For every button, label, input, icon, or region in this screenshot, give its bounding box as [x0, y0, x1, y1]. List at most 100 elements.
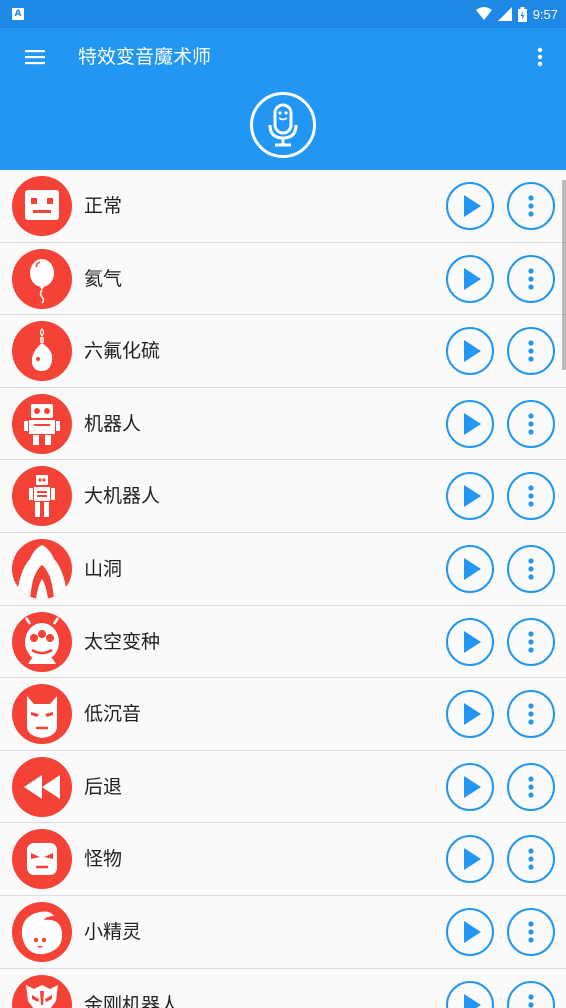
effect-label: 山洞: [84, 557, 123, 580]
app-title: 特效变音魔术师: [78, 46, 212, 68]
play-button[interactable]: [446, 762, 494, 811]
play-icon: [464, 993, 481, 1008]
status-time: 9:57: [532, 6, 558, 22]
effect-label: 大机器人: [84, 485, 161, 508]
alien-icon: [24, 616, 60, 664]
signal-icon: [497, 7, 512, 21]
more-vertical-icon: [528, 340, 534, 362]
effect-label: 氦气: [84, 267, 123, 290]
list-item[interactable]: 小精灵: [0, 895, 566, 969]
hamburger-menu-icon: [25, 50, 45, 65]
transformer-icon: [26, 984, 58, 1008]
more-vertical-icon: [528, 848, 534, 870]
more-options-button[interactable]: [530, 42, 550, 72]
play-icon: [464, 775, 481, 798]
list-item[interactable]: 低沉音: [0, 678, 566, 751]
play-button[interactable]: [446, 182, 494, 230]
play-button[interactable]: [446, 327, 494, 376]
monster-icon: [27, 843, 57, 876]
list-item[interactable]: 后退: [0, 750, 566, 824]
effect-label: 正常: [84, 195, 123, 217]
options-button[interactable]: [507, 690, 555, 739]
more-vertical-icon: [537, 47, 543, 67]
effect-label: 低沉音: [84, 703, 142, 726]
scrollbar[interactable]: [562, 180, 566, 370]
play-icon: [464, 557, 481, 580]
list-item[interactable]: 大机器人: [0, 460, 566, 533]
big-robot-icon: [29, 475, 55, 518]
options-button[interactable]: [507, 980, 555, 1008]
list-item[interactable]: 山洞: [0, 532, 566, 606]
status-icons: 9:57: [475, 6, 558, 22]
list-item[interactable]: 正常: [0, 170, 566, 243]
more-vertical-icon: [528, 993, 534, 1008]
avatar: [12, 176, 72, 236]
more-vertical-icon: [528, 485, 534, 507]
options-button[interactable]: [507, 617, 555, 666]
rewind-icon: [24, 774, 60, 799]
app-bar: 特效变音魔术师: [0, 28, 566, 170]
microphone-icon: [250, 92, 316, 158]
play-button[interactable]: [446, 399, 494, 448]
play-button[interactable]: [446, 907, 494, 956]
wifi-icon: [475, 7, 492, 20]
play-icon: [464, 485, 481, 508]
list-item[interactable]: 金刚机器人: [0, 968, 566, 1008]
options-button[interactable]: [507, 762, 555, 811]
effects-list[interactable]: 正常 氦气 六氟化硫 机器人 大机器人 山洞 太空变种 低沉音 后退 怪物 小精…: [0, 170, 566, 1008]
effect-label: 六氟化硫: [84, 340, 161, 363]
battery-icon: [517, 6, 527, 22]
options-button[interactable]: [507, 544, 555, 593]
play-button[interactable]: [446, 544, 494, 593]
play-button[interactable]: [446, 690, 494, 739]
avatar: [12, 538, 72, 599]
robot-icon: [24, 403, 60, 445]
play-icon: [464, 195, 481, 217]
play-icon: [464, 920, 481, 943]
play-button[interactable]: [446, 617, 494, 666]
options-button[interactable]: [507, 399, 555, 448]
list-item[interactable]: 机器人: [0, 387, 566, 461]
list-item[interactable]: 怪物: [0, 823, 566, 896]
effect-label: 怪物: [84, 848, 123, 871]
balloon-icon: [30, 258, 54, 304]
play-button[interactable]: [446, 980, 494, 1008]
bat-mask-icon: [27, 696, 57, 739]
more-vertical-icon: [528, 630, 534, 653]
play-button[interactable]: [446, 472, 494, 521]
options-button[interactable]: [507, 327, 555, 376]
more-vertical-icon: [528, 776, 534, 798]
list-item[interactable]: 六氟化硫: [0, 315, 566, 388]
options-button[interactable]: [507, 254, 555, 303]
effect-label: 后退: [84, 775, 123, 798]
elf-icon: [21, 911, 63, 955]
avatar: [12, 901, 72, 962]
play-button[interactable]: [446, 254, 494, 303]
avatar: [12, 321, 72, 382]
list-item[interactable]: 太空变种: [0, 605, 566, 679]
play-icon: [464, 267, 481, 290]
list-item[interactable]: 氦气: [0, 242, 566, 316]
robot-face-icon: [25, 190, 59, 220]
avatar: [12, 466, 72, 527]
options-button[interactable]: [507, 907, 555, 956]
avatar: [12, 974, 72, 1008]
avatar: [12, 611, 72, 672]
options-button[interactable]: [507, 835, 555, 884]
menu-button[interactable]: [20, 42, 50, 72]
avatar: [12, 756, 72, 817]
play-button[interactable]: [446, 835, 494, 884]
more-vertical-icon: [528, 195, 534, 217]
more-vertical-icon: [528, 413, 534, 435]
status-bar: A 9:57: [0, 0, 566, 28]
effect-label: 太空变种: [84, 630, 161, 653]
play-icon: [464, 848, 481, 871]
more-vertical-icon: [528, 703, 534, 725]
cave-icon: [16, 544, 68, 599]
more-vertical-icon: [528, 921, 534, 943]
more-vertical-icon: [528, 267, 534, 290]
avatar: [12, 248, 72, 309]
options-button[interactable]: [507, 472, 555, 521]
options-button[interactable]: [507, 182, 555, 230]
record-button[interactable]: [249, 91, 317, 159]
